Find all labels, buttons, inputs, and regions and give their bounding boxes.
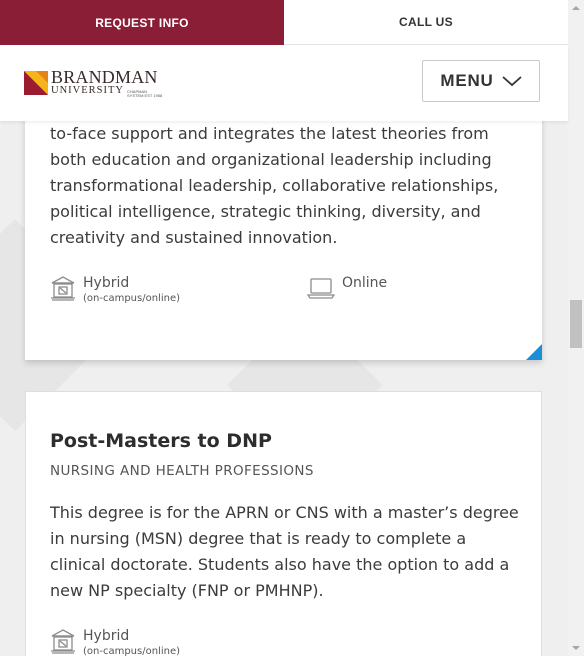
scroll-down-arrow-icon[interactable] [572, 646, 580, 650]
delivery-mode-hybrid: Hybrid (on-campus/online) [50, 275, 180, 305]
chevron-down-icon [502, 76, 522, 87]
logo-mark-icon [24, 71, 48, 95]
menu-label: MENU [440, 71, 494, 90]
mode-label: Hybrid [83, 275, 130, 291]
logo-university: UNIVERSITY [51, 84, 124, 96]
mode-label: Online [342, 275, 388, 291]
program-description: This degree is for the APRN or CNS with … [50, 503, 519, 600]
mode-sublabel: (on-campus/online) [83, 293, 181, 304]
menu-button[interactable]: MENU [422, 60, 540, 102]
scroll-up-arrow-icon[interactable] [572, 6, 580, 10]
campus-building-icon [51, 276, 75, 301]
laptop-icon [307, 278, 335, 299]
call-us-button[interactable]: CALL US [284, 0, 568, 45]
mode-sublabel: (on-campus/online) [83, 646, 181, 656]
top-action-bar: REQUEST INFO CALL US [0, 0, 568, 45]
page-scrollbar[interactable] [568, 0, 584, 656]
program-category: NURSING AND HEALTH PROFESSIONS [50, 463, 314, 479]
request-info-button[interactable]: REQUEST INFO [0, 0, 284, 45]
brandman-logo[interactable]: BRANDMAN UNIVERSITY CHAPMAN SYSTEM EST 1… [24, 66, 163, 98]
campus-building-icon [51, 629, 75, 654]
program-description: to-face support and integrates the lates… [50, 124, 499, 247]
program-title[interactable]: Post-Masters to DNP [50, 430, 272, 452]
logo-tagline: CHAPMAN SYSTEM EST 1958 [127, 88, 163, 98]
program-card[interactable]: Post-Masters to DNP NURSING AND HEALTH P… [25, 391, 542, 656]
mode-label: Hybrid [83, 628, 130, 644]
delivery-mode-online: Online [307, 275, 387, 301]
card-corner-accent [526, 344, 542, 360]
logo-name: BRANDMAN [51, 66, 158, 87]
delivery-mode-hybrid: Hybrid (on-campus/online) [50, 628, 180, 656]
scrollbar-thumb[interactable] [570, 300, 582, 348]
site-header: BRANDMAN UNIVERSITY CHAPMAN SYSTEM EST 1… [0, 45, 568, 121]
